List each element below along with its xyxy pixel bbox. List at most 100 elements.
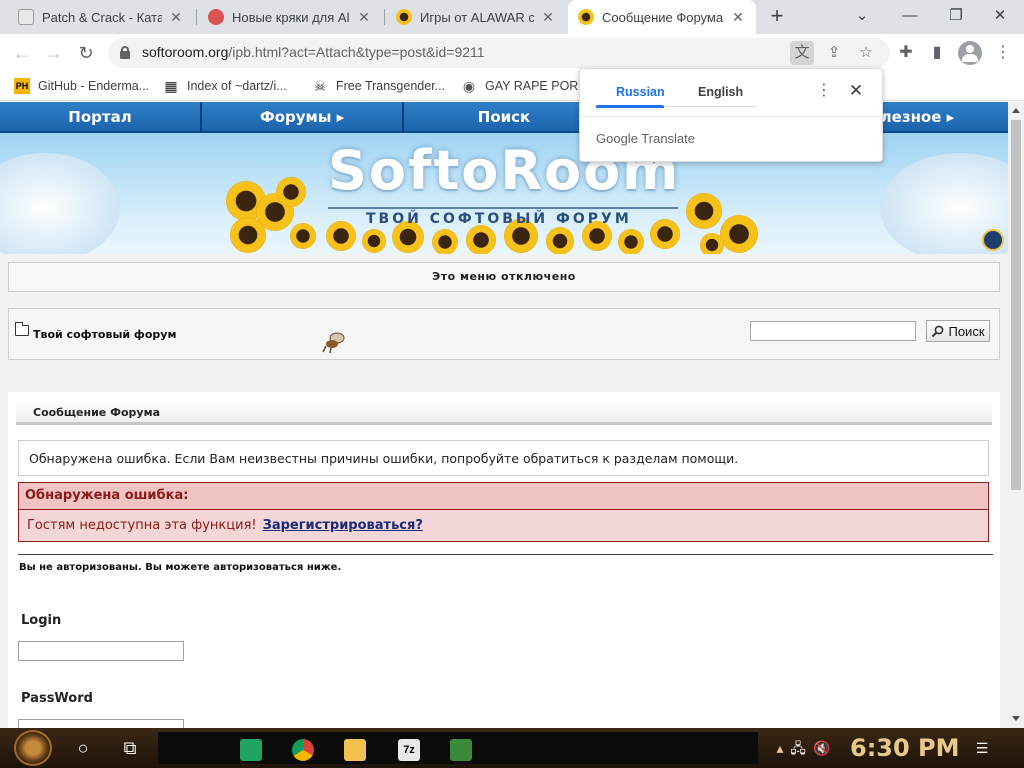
page-scrollbar[interactable] [1008,102,1024,728]
bookmark-label: Index of ~dartz/i... [187,79,287,93]
close-popup-icon[interactable]: ✕ [846,81,866,101]
tray-chevron-icon[interactable]: ▴ [770,738,790,758]
tab-forum-message[interactable]: Сообщение Форума с ✕ [568,0,756,34]
bookmark-globe[interactable]: ◉ GAY RAPE PORN [461,75,587,97]
bookmark-free-transgender[interactable]: ☠ Free Transgender... [312,75,445,97]
reload-button[interactable]: ↻ [73,40,99,66]
sunflower-decoration [230,217,266,253]
site-search-button[interactable]: Поиск [926,320,990,342]
translate-icon[interactable]: 文 [790,41,814,65]
tab-title: Игры от ALAWAR с к [420,9,534,25]
chrome-app-icon[interactable] [292,739,314,761]
nav-search[interactable]: Поиск [404,102,604,133]
translate-target-tab[interactable]: English [698,85,743,99]
sheets-app-icon[interactable] [240,739,262,761]
nav-forums[interactable]: Форумы ▸ [202,102,402,133]
clock-widget-icon[interactable] [982,229,1004,251]
notifications-icon[interactable]: ☰ [972,738,992,758]
7zip-app-icon[interactable]: 7z [398,739,420,761]
sunflower-decoration [432,229,458,254]
bookmark-index-dartz[interactable]: ▦ Index of ~dartz/i... [163,75,287,97]
password-label: PassWord [21,691,93,706]
pinned-apps: 7z [158,732,758,764]
menu-disabled-notice: Это меню отключено [8,262,1000,292]
translate-source-tab[interactable]: Russian [616,85,665,99]
tab-separator [196,9,197,25]
menu-kebab-icon[interactable]: ⋮ [990,40,1016,66]
volume-muted-icon[interactable]: 🔇 [812,738,832,758]
translate-brand: Google Translate [596,131,696,146]
globe-icon: ◉ [462,78,476,94]
grid-icon: ▦ [164,78,178,94]
password-field[interactable] [18,719,184,728]
tab-strip: Patch & Crack - Катал ✕ Новые кряки для … [0,0,1024,34]
more-options-icon[interactable]: ⋮ [816,81,832,101]
start-button[interactable] [14,730,52,766]
site-slogan: ТВОЙ СОФТОВЫЙ ФОРУМ [366,211,632,227]
nav-portal[interactable]: Портал [0,102,200,133]
url-path: /ipb.html?act=Attach&type=post&id=9211 [228,44,485,60]
task-view-icon[interactable]: ⧉ [118,736,142,760]
tab-separator [384,9,385,25]
profile-avatar[interactable] [958,41,982,65]
scroll-up-arrow-icon[interactable] [1012,108,1020,113]
site-search-input[interactable] [750,321,916,341]
scroll-thumb[interactable] [1011,120,1021,490]
flying-insect-icon [322,332,345,354]
tab-close-icon[interactable]: ✕ [168,9,184,25]
bookmark-github[interactable]: PH GitHub - Enderma... [14,75,149,97]
tab-close-icon[interactable]: ✕ [356,9,372,25]
tab-title: Новые кряки для Alav [232,9,350,25]
home-app-icon[interactable] [450,739,472,761]
scroll-down-arrow-icon[interactable] [1012,716,1020,721]
share-icon[interactable]: ⇪ [822,41,846,65]
minimize-button[interactable]: — [898,4,922,28]
bookmark-star-icon[interactable]: ☆ [854,41,878,65]
tab-close-icon[interactable]: ✕ [540,9,556,25]
breadcrumb-link[interactable]: Твой софтовый форум [33,328,176,341]
sunflower-favicon-icon [396,9,412,25]
tab-patch-crack[interactable]: Patch & Crack - Катал ✕ [8,0,194,34]
lock-icon[interactable] [120,46,130,59]
sunflower-decoration [720,215,758,253]
translate-popup: Russian English ⋮ ✕ Google Translate [579,68,883,162]
taskbar-clock[interactable]: 6:30 PM [850,734,960,762]
sunflower-decoration [650,219,680,249]
extensions-icon[interactable]: ✚ [893,40,919,66]
forward-button[interactable]: → [41,40,67,66]
section-header: Сообщение Форума [16,397,992,425]
file-explorer-icon[interactable] [344,739,366,761]
register-link[interactable]: Зарегистрироваться? [263,518,423,533]
search-button-label: Поиск [948,323,985,339]
address-bar[interactable]: softoroom.org/ipb.html?act=Attach&type=p… [108,38,890,68]
tab-alawar-games[interactable]: Игры от ALAWAR с к ✕ [386,0,566,34]
error-body: Гостям недоступна эта функция! Зарегистри… [27,518,423,533]
tab-close-icon[interactable]: ✕ [730,9,746,25]
error-title: Обнаружена ошибка: [19,483,988,510]
tab-new-cracks[interactable]: Новые кряки для Alav ✕ [198,0,382,34]
url-text[interactable]: softoroom.org/ipb.html?act=Attach&type=p… [142,44,485,60]
sunflower-favicon-icon [578,9,594,25]
active-tab-indicator [596,105,664,108]
site-favicon-icon [208,9,224,25]
network-icon[interactable]: 🖧 [788,738,808,758]
login-note: Вы не авторизованы. Вы можете авторизова… [19,562,342,573]
popup-divider [580,116,882,117]
search-icon[interactable]: ○ [71,736,95,760]
side-panel-icon[interactable]: ▮ [924,40,950,66]
tab-search-button[interactable]: ⌄ [850,4,874,28]
skull-icon: ☠ [313,78,327,94]
breadcrumb-bar: Твой софтовый форум Поиск [8,308,1000,360]
sunflower-decoration [326,221,356,251]
info-message: Обнаружена ошибка. Если Вам неизвестны п… [18,440,989,476]
bookmark-label: GAY RAPE PORN [485,79,588,93]
url-host: softoroom.org [142,44,229,60]
login-field[interactable] [18,641,184,661]
new-tab-button[interactable]: + [766,5,788,27]
section-title: Сообщение Форума [33,406,161,419]
maximize-button[interactable]: ❐ [944,4,968,28]
magnifier-icon [932,325,944,337]
close-window-button[interactable]: ✕ [988,4,1012,28]
page-viewport: Портал Форумы ▸ Поиск Полезное ▸ SoftoRo… [0,102,1008,728]
back-button[interactable]: ← [9,40,35,66]
